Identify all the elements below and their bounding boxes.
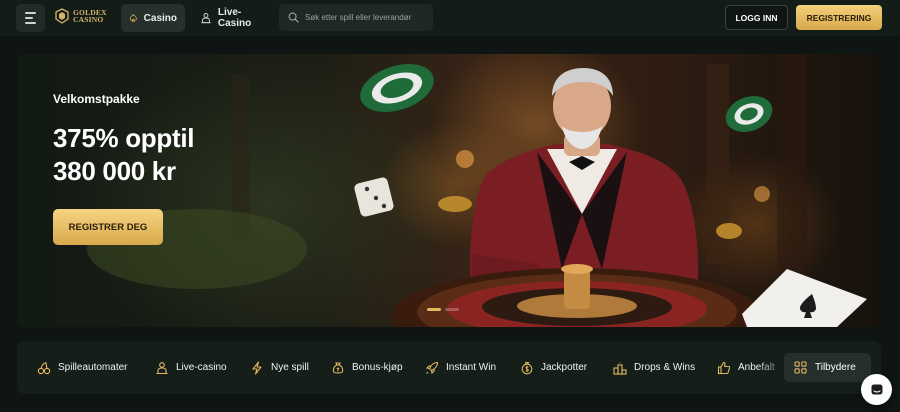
tab-label: Live-Casino — [217, 7, 252, 29]
dice-icon — [354, 177, 394, 217]
logo-line: CASINO — [73, 15, 104, 24]
hero-illustration — [87, 54, 867, 327]
chat-support-button[interactable] — [861, 374, 892, 405]
slide-indicator — [427, 308, 459, 311]
category-label: Instant Win — [446, 362, 497, 373]
podium-icon — [613, 361, 627, 375]
category-instant-win[interactable]: Instant Win — [425, 353, 496, 382]
jackpot-coin-icon — [521, 361, 533, 374]
playing-card-ace — [742, 269, 867, 327]
thumbs-up-icon — [717, 361, 731, 374]
menu-toggle-button[interactable] — [16, 4, 45, 32]
logo-crown-icon — [55, 8, 69, 24]
dealer-icon — [201, 13, 211, 24]
menu-icon-line — [25, 17, 33, 19]
roulette-wheel — [392, 264, 762, 327]
slot-cherries-icon — [37, 361, 51, 374]
scroll-fade — [757, 341, 787, 394]
register-button[interactable]: REGISTRERING — [796, 5, 882, 30]
poker-chip-icon — [725, 96, 773, 132]
spade-icon — [129, 14, 137, 22]
providers-label: Tilbydere — [815, 362, 856, 373]
logo-wordmark: GOLDEX CASINO — [73, 8, 107, 24]
hero-title: 375% opptil 380 000 kr — [53, 122, 194, 188]
dealer-icon — [156, 361, 168, 374]
tab-casino[interactable]: Casino — [121, 4, 185, 32]
slide-dot-active[interactable] — [427, 308, 441, 311]
category-label: Live-casino — [176, 362, 227, 373]
hero-title-line: 375% opptil — [53, 123, 195, 153]
category-label: Nye spill — [271, 362, 309, 373]
menu-icon-line — [25, 12, 36, 14]
grid-icon — [794, 361, 807, 374]
category-slots[interactable]: Spilleautomater — [37, 353, 127, 382]
category-jackpots[interactable]: Jackpotter — [520, 353, 587, 382]
dealer-figure — [470, 68, 699, 299]
hero-subtitle: Velkomstpakke — [53, 92, 140, 106]
search-icon — [288, 12, 299, 23]
providers-button[interactable]: Tilbydere — [784, 353, 871, 382]
category-drops-wins[interactable]: Drops & Wins — [613, 353, 695, 382]
category-live-casino[interactable]: Live-casino — [155, 353, 227, 382]
login-button[interactable]: LOGG INN — [725, 5, 788, 30]
category-bar: Spilleautomater Live-casino Nye spill Bo… — [17, 341, 881, 394]
hero-banner[interactable]: Velkomstpakke 375% opptil 380 000 kr REG… — [17, 54, 881, 327]
tab-live-casino[interactable]: Live-Casino — [192, 4, 274, 32]
search-input[interactable] — [305, 13, 431, 22]
category-bonus-buy[interactable]: Bonus-kjøp — [331, 353, 403, 382]
category-label: Bonus-kjøp — [352, 362, 403, 373]
tab-label: Casino — [143, 12, 177, 24]
rocket-icon — [425, 361, 439, 374]
top-header: GOLDEX CASINO Casino Live-Casino LOGG IN… — [0, 0, 900, 36]
poker-chip-icon — [360, 64, 434, 112]
category-label: Drops & Wins — [634, 362, 696, 373]
slide-dot[interactable] — [445, 308, 459, 311]
category-label: Spilleautomater — [58, 362, 128, 373]
category-new-games[interactable]: Nye spill — [250, 353, 309, 382]
search-box[interactable] — [279, 4, 433, 31]
hero-register-button[interactable]: REGISTRER DEG — [53, 209, 163, 245]
chat-icon — [871, 384, 882, 394]
category-label: Jackpotter — [541, 362, 588, 373]
brand-logo[interactable]: GOLDEX CASINO — [54, 8, 107, 24]
hero-title-line: 380 000 kr — [53, 156, 176, 186]
lightning-icon — [252, 360, 262, 375]
menu-icon-line — [25, 22, 36, 24]
bonus-bag-icon — [332, 361, 344, 374]
